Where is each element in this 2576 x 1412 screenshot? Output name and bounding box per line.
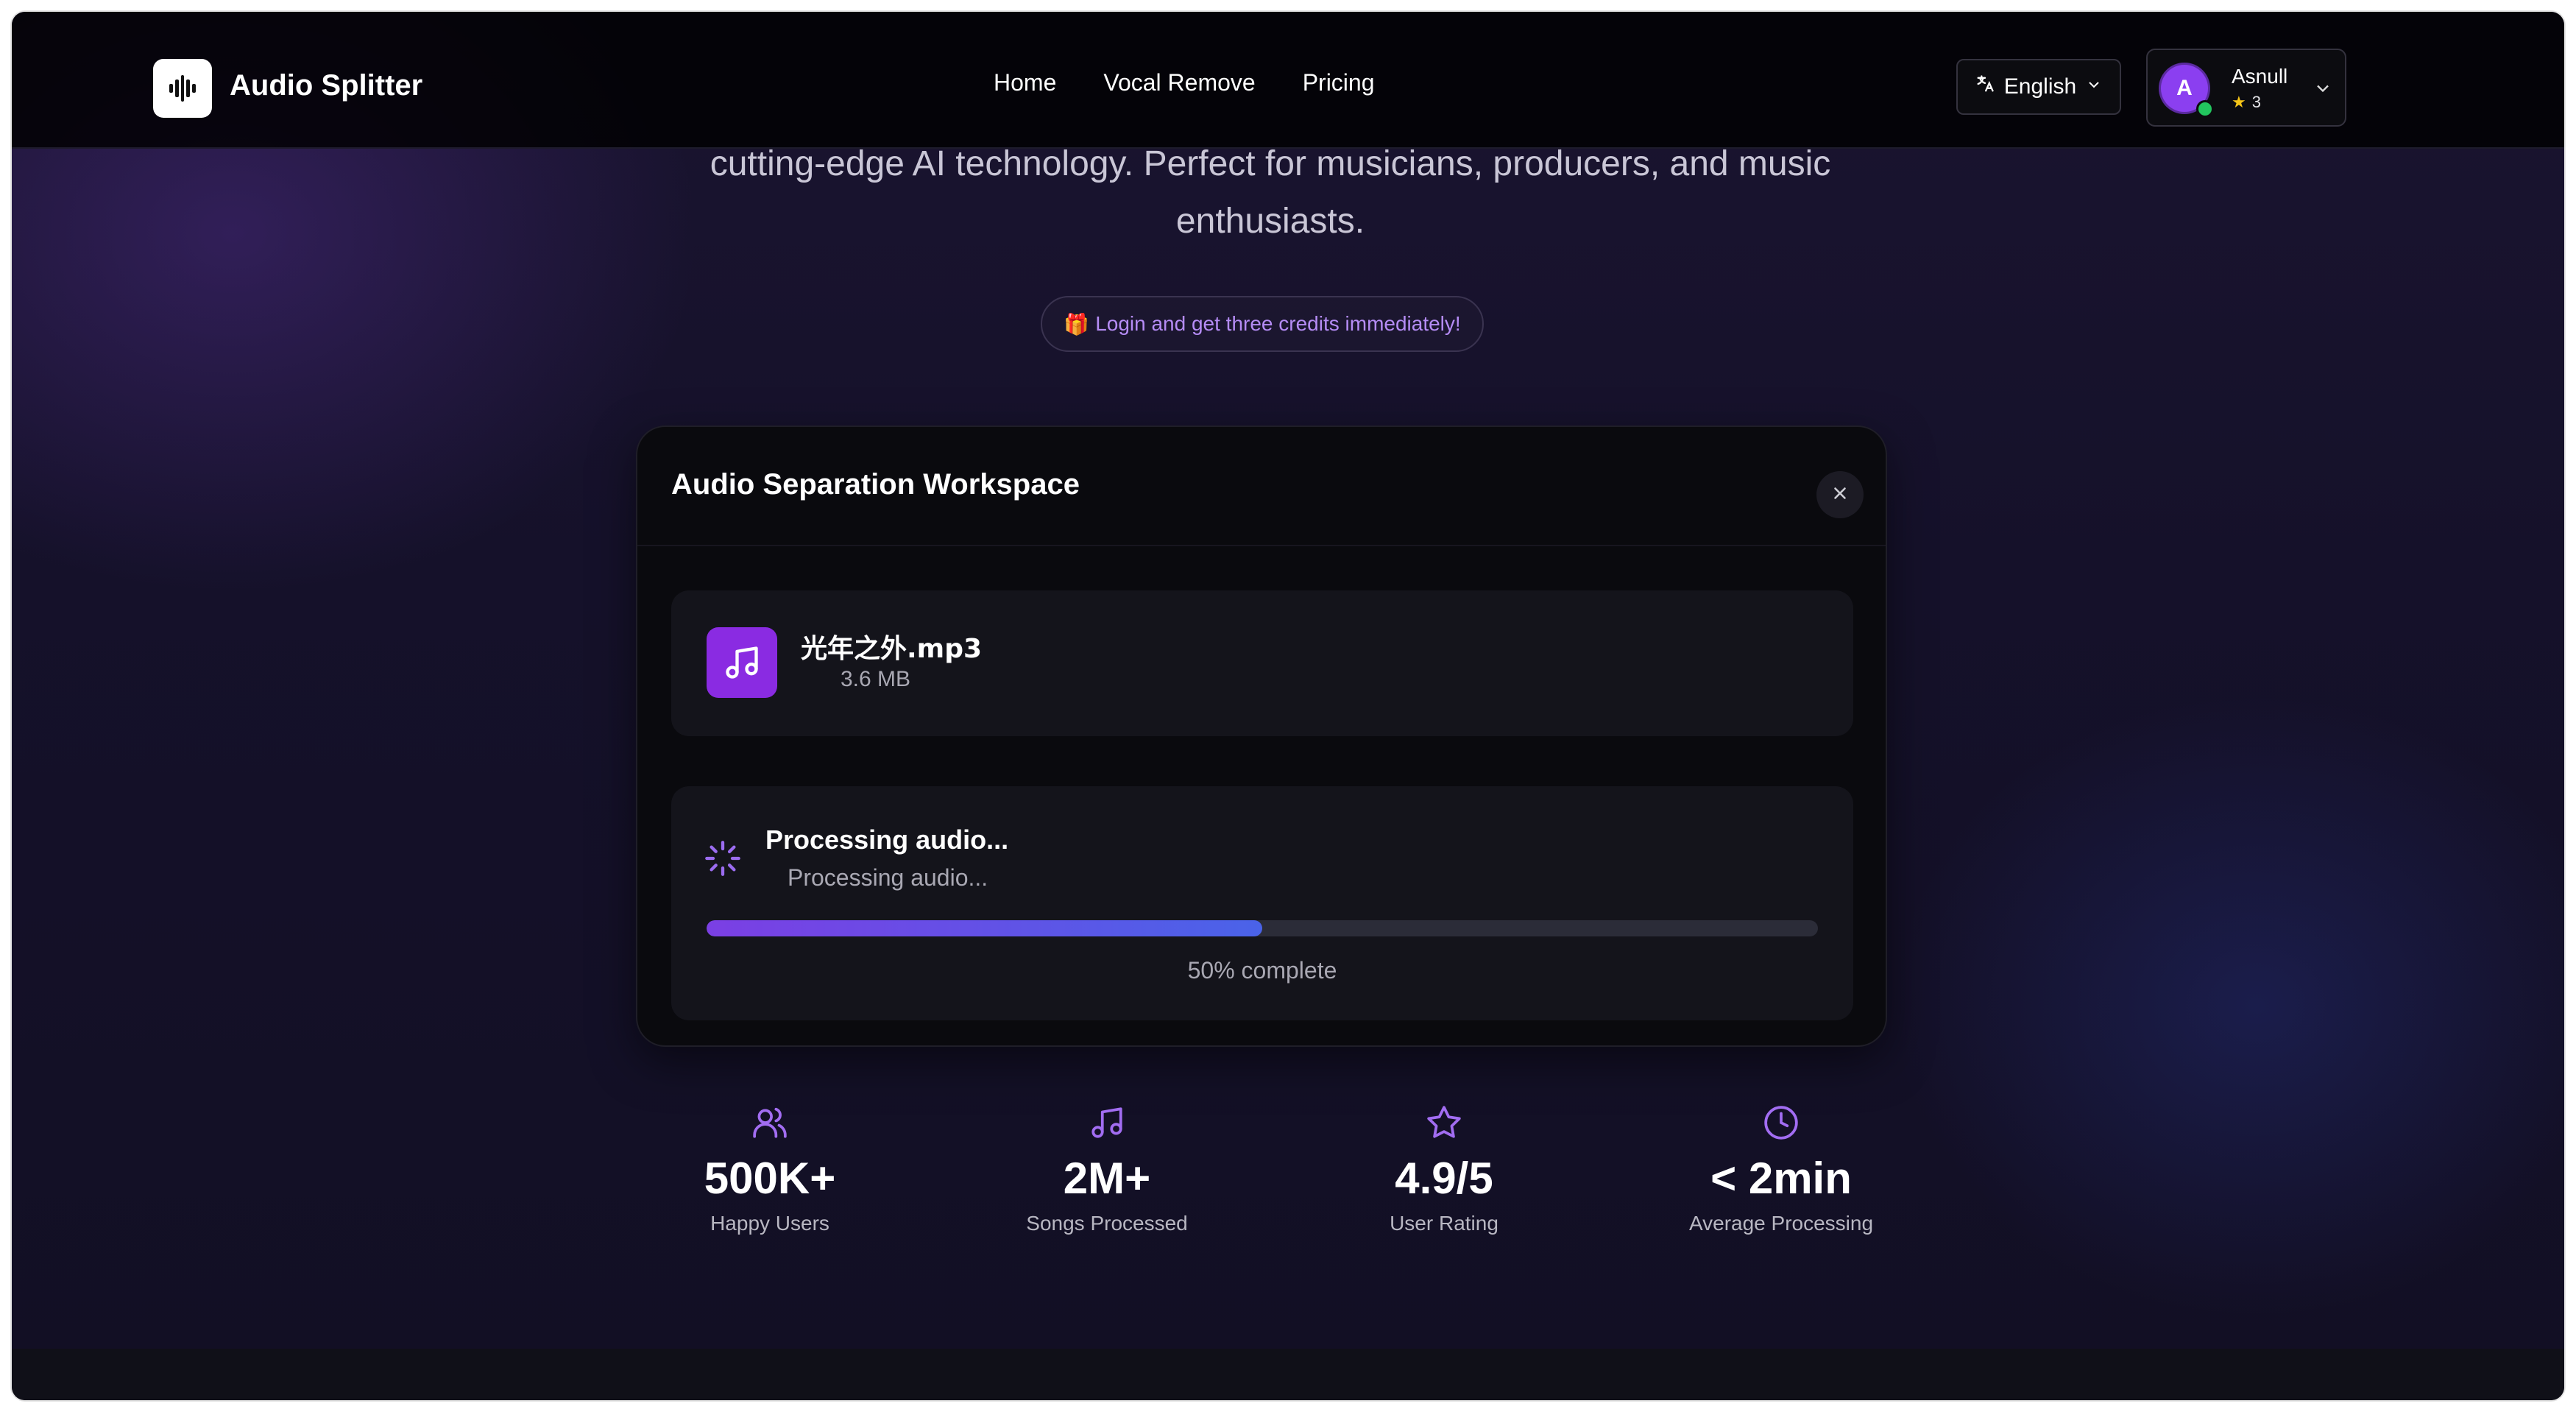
gift-icon: 🎁 — [1064, 312, 1090, 336]
online-status-dot — [2196, 100, 2214, 118]
chevron-down-icon — [2313, 78, 2333, 102]
star-icon — [1275, 1104, 1613, 1143]
workspace-title: Audio Separation Workspace — [671, 468, 1080, 501]
logo-icon[interactable] — [153, 59, 212, 118]
close-button[interactable] — [1816, 471, 1864, 518]
stat-rating: 4.9/5 User Rating — [1275, 1104, 1613, 1235]
users-icon — [601, 1104, 939, 1143]
credits-count: 3 — [2251, 93, 2261, 111]
stat-label: Average Processing — [1688, 1212, 1874, 1235]
progress-fill — [707, 920, 1262, 936]
chevron-down-icon — [2085, 74, 2103, 99]
nav-vocal-remove[interactable]: Vocal Remove — [1103, 69, 1255, 96]
stat-value: < 2min — [1710, 1154, 1852, 1203]
stat-users: 500K+ Happy Users — [601, 1104, 939, 1235]
promo-text: Login and get three credits immediately! — [1095, 312, 1461, 335]
music-note-icon — [938, 1104, 1276, 1143]
stat-songs: 2M+ Songs Processed — [938, 1104, 1276, 1235]
clock-icon — [1612, 1104, 1950, 1143]
processing-status: Processing audio... Processing audio... … — [671, 786, 1853, 1020]
progress-bar — [707, 920, 1818, 936]
music-file-icon — [707, 627, 777, 698]
stat-value: 2M+ — [1063, 1154, 1151, 1203]
progress-label: 50% complete — [1187, 957, 1337, 984]
footer-edge — [12, 1349, 2564, 1400]
browser-window: ▀ ▀ ▀▀ ▀▀ ▀ ▀▀ ▀ ▀ ▀ ▀▀ cutting-edge AI … — [12, 12, 2564, 1400]
user-menu[interactable]: A Asnull ★ 3 — [2146, 49, 2346, 127]
stat-label: Songs Processed — [1026, 1212, 1188, 1235]
nav-home[interactable]: Home — [994, 69, 1056, 96]
user-name: Asnull — [2232, 65, 2288, 88]
close-icon — [1830, 484, 1850, 506]
processing-subtitle: Processing audio... — [788, 864, 988, 891]
brand-name[interactable]: Audio Splitter — [230, 69, 422, 102]
file-info: 光年之外.mp3 3.6 MB — [671, 590, 1853, 736]
processing-title: Processing audio... — [765, 825, 1009, 855]
workspace-card: Audio Separation Workspace 光年之外.mp3 3.6 … — [636, 426, 1887, 1047]
star-icon: ★ — [2232, 93, 2246, 111]
user-credits: ★ 3 — [2232, 93, 2261, 112]
main-nav: Home Vocal Remove Pricing — [994, 69, 1375, 96]
language-selector[interactable]: English — [1956, 59, 2121, 115]
stat-value: 4.9/5 — [1395, 1154, 1493, 1203]
login-credits-banner[interactable]: 🎁 Login and get three credits immediatel… — [1041, 296, 1484, 352]
stat-value: 500K+ — [704, 1154, 836, 1203]
spinner-icon — [704, 839, 742, 881]
top-navbar: Audio Splitter Home Vocal Remove Pricing… — [12, 12, 2564, 149]
file-name: 光年之外.mp3 — [801, 634, 983, 664]
file-size: 3.6 MB — [841, 667, 911, 691]
stat-processing-time: < 2min Average Processing — [1612, 1104, 1950, 1235]
hero-description: cutting-edge AI technology. Perfect for … — [710, 144, 1831, 241]
stat-label: User Rating — [1390, 1212, 1498, 1235]
nav-pricing[interactable]: Pricing — [1303, 69, 1375, 96]
translate-icon — [1975, 74, 1995, 100]
workspace-header: Audio Separation Workspace — [637, 427, 1886, 546]
stat-label: Happy Users — [710, 1212, 829, 1235]
language-label: English — [2003, 74, 2077, 99]
